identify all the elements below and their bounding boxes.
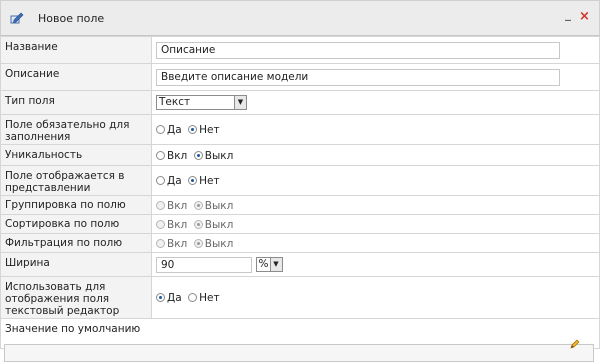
unique-off-radio[interactable] xyxy=(193,150,203,160)
chevron-down-icon[interactable]: ▼ xyxy=(269,258,282,271)
row-grouping: Группировка по полю Вкл Выкл xyxy=(0,195,600,215)
new-field-window: Новое поле _ × Название Описание Тип пол… xyxy=(0,0,600,364)
field-type-value: Текст xyxy=(159,96,191,108)
unique-label: Уникальность xyxy=(0,144,152,166)
field-type-select[interactable]: Текст ▼ xyxy=(156,95,247,110)
grouping-on-radio[interactable] xyxy=(156,200,165,210)
row-field-type: Тип поля Текст ▼ xyxy=(0,90,600,115)
required-label: Поле обязательно для заполнения xyxy=(0,114,152,145)
field-type-label: Тип поля xyxy=(0,90,152,115)
grouping-label: Группировка по полю xyxy=(0,195,152,215)
row-width: Ширина % ▼ xyxy=(0,252,600,277)
visible-yes-radio[interactable] xyxy=(156,176,165,185)
grouping-on-label: Вкл xyxy=(167,199,188,212)
width-label: Ширина xyxy=(0,252,152,277)
row-name: Название xyxy=(0,36,600,64)
row-sorting: Сортировка по полю Вкл Выкл xyxy=(0,214,600,234)
text-editor-label: Использовать для отображения поля тексто… xyxy=(0,276,152,319)
row-filtering: Фильтрация по полю Вкл Выкл xyxy=(0,233,600,253)
pencil-icon[interactable] xyxy=(570,339,580,349)
chevron-down-icon[interactable]: ▼ xyxy=(234,96,246,109)
text-editor-no-radio[interactable] xyxy=(188,293,198,302)
close-button[interactable]: × xyxy=(579,9,590,24)
sorting-off-label: Выкл xyxy=(204,218,234,231)
window-titlebar: Новое поле _ × xyxy=(0,0,600,36)
sorting-label: Сортировка по полю xyxy=(0,214,152,234)
visible-label: Поле отображается в представлении xyxy=(0,165,152,196)
description-input[interactable] xyxy=(156,68,560,86)
required-no-radio[interactable] xyxy=(188,125,198,134)
filtering-on-label: Вкл xyxy=(167,237,188,250)
width-input[interactable] xyxy=(156,256,252,273)
sorting-on-radio[interactable] xyxy=(156,219,165,229)
filtering-on-radio[interactable] xyxy=(156,238,165,248)
sorting-on-label: Вкл xyxy=(167,218,188,231)
unique-off-label: Выкл xyxy=(204,149,234,162)
grouping-off-label: Выкл xyxy=(204,199,234,212)
text-editor-no-label: Нет xyxy=(199,292,220,304)
edit-field-icon xyxy=(10,12,24,24)
visible-no-label: Нет xyxy=(199,175,220,187)
window-title: Новое поле xyxy=(38,12,105,25)
required-yes-radio[interactable] xyxy=(156,125,165,134)
text-editor-yes-radio[interactable] xyxy=(156,293,165,302)
row-description: Описание xyxy=(0,63,600,91)
row-visible: Поле отображается в представлении Да Нет xyxy=(0,165,600,196)
filtering-off-label: Выкл xyxy=(204,237,234,250)
default-value-field[interactable] xyxy=(4,344,594,362)
visible-yes-label: Да xyxy=(167,175,182,187)
minimize-button[interactable]: _ xyxy=(565,7,571,21)
row-required: Поле обязательно для заполнения Да Нет xyxy=(0,114,600,145)
filtering-label: Фильтрация по полю xyxy=(0,233,152,253)
unique-on-label: Вкл xyxy=(167,149,188,162)
grouping-off-radio[interactable] xyxy=(193,200,203,210)
text-editor-yes-label: Да xyxy=(167,292,182,304)
name-label: Название xyxy=(0,36,152,64)
name-input[interactable] xyxy=(156,41,560,59)
row-text-editor: Использовать для отображения поля тексто… xyxy=(0,276,600,319)
field-settings-form: Название Описание Тип поля Текст ▼ Поле … xyxy=(0,36,600,349)
filtering-off-radio[interactable] xyxy=(193,238,203,248)
description-label: Описание xyxy=(0,63,152,91)
width-unit-select[interactable]: % ▼ xyxy=(255,257,283,272)
row-unique: Уникальность Вкл Выкл xyxy=(0,144,600,166)
required-no-label: Нет xyxy=(199,124,220,136)
visible-no-radio[interactable] xyxy=(188,176,198,185)
required-yes-label: Да xyxy=(167,124,182,136)
width-unit-value: % xyxy=(258,258,269,270)
sorting-off-radio[interactable] xyxy=(193,219,203,229)
unique-on-radio[interactable] xyxy=(156,150,165,160)
